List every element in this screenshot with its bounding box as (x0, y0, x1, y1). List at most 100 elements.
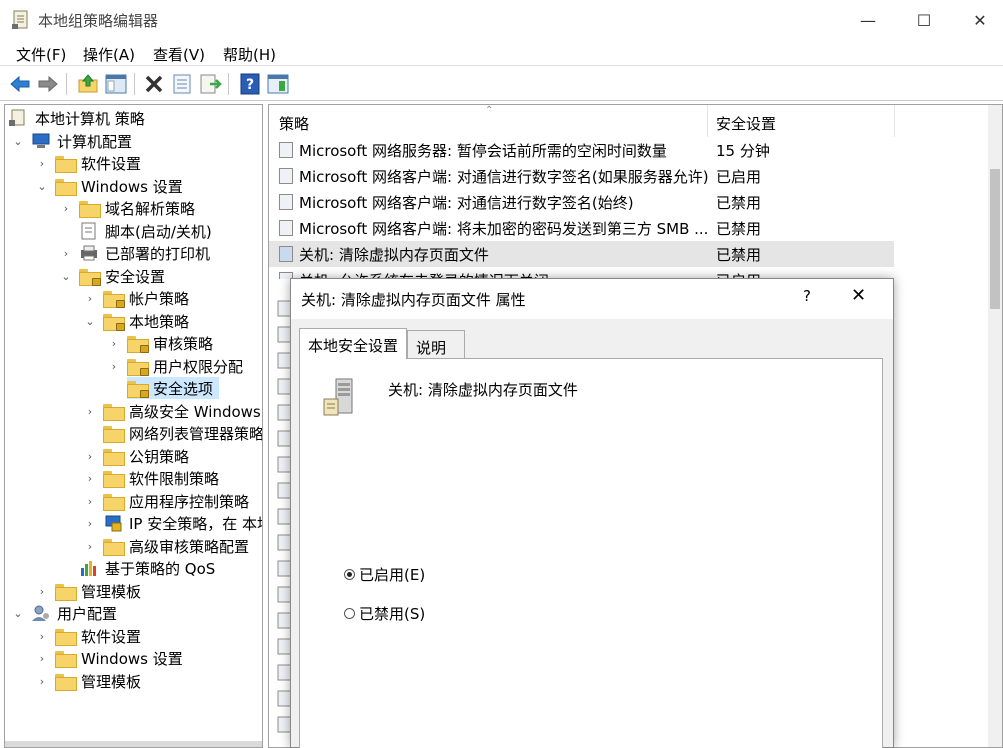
chevron-right-icon[interactable]: › (35, 585, 49, 598)
chevron-right-icon[interactable]: › (35, 157, 49, 170)
chevron-right-icon[interactable]: › (107, 360, 121, 373)
tree-label: 管理模板 (81, 672, 142, 691)
tree-item-account-policy[interactable]: › 帐户策略 (83, 287, 189, 309)
maximize-button[interactable]: ☐ (896, 0, 952, 40)
tree-item-security-settings[interactable]: ⌄ 安全设置 (59, 265, 165, 287)
show-action-pane-icon[interactable] (266, 72, 290, 96)
tree-item-audit-policy[interactable]: › 审核策略 (107, 332, 213, 354)
tree-item-user-admin-templates[interactable]: › 管理模板 (35, 670, 141, 692)
chevron-down-icon[interactable]: ⌄ (11, 135, 25, 148)
list-item[interactable]: Microsoft 网络客户端: 对通信进行数字签名(始终) 已禁用 (269, 189, 894, 215)
tree-label: 帐户策略 (129, 289, 190, 308)
help-button[interactable]: ? (803, 287, 811, 305)
chevron-right-icon[interactable]: › (83, 405, 97, 418)
radio-enabled[interactable]: 已启用(E) (344, 564, 425, 584)
chevron-right-icon[interactable]: › (35, 652, 49, 665)
list-item[interactable]: Microsoft 网络客户端: 对通信进行数字签名(如果服务器允许) 已启用 (269, 163, 894, 189)
tree-item-app-control[interactable]: › 应用程序控制策略 (83, 490, 249, 512)
scrollbar-thumb[interactable] (990, 169, 1000, 309)
tree-item-ip-security[interactable]: › IP 安全策略，在 本地 (83, 512, 262, 534)
up-folder-icon[interactable] (76, 72, 100, 96)
minimize-button[interactable]: — (840, 0, 896, 40)
list-vertical-scrollbar[interactable] (988, 105, 1002, 747)
chevron-right-icon[interactable]: › (83, 540, 97, 553)
chevron-right-icon[interactable]: › (35, 630, 49, 643)
help-icon[interactable]: ? (238, 72, 262, 96)
policy-value: 已禁用 (716, 246, 762, 264)
export-list-icon[interactable] (198, 72, 222, 96)
tree-item-computer-config[interactable]: ⌄ 计算机配置 (11, 130, 132, 152)
tree-item-software-restriction[interactable]: › 软件限制策略 (83, 467, 219, 489)
close-dialog-button[interactable]: ✕ (851, 285, 866, 306)
folder-icon (55, 583, 77, 601)
tree-item-admin-templates[interactable]: › 管理模板 (35, 580, 141, 602)
tree-item-dns-policy[interactable]: › 域名解析策略 (59, 197, 195, 219)
computer-icon (32, 133, 50, 148)
menu-view[interactable]: 查看(V) (153, 44, 205, 65)
chevron-right-icon[interactable]: › (107, 337, 121, 350)
chevron-down-icon[interactable]: ⌄ (83, 315, 97, 328)
tree-item-network-list[interactable]: 网络列表管理器策略 (103, 422, 262, 444)
chevron-right-icon[interactable]: › (83, 495, 97, 508)
menu-help[interactable]: 帮助(H) (223, 44, 276, 65)
tab-explain[interactable]: 说明 (407, 330, 465, 358)
tree-horizontal-scrollbar[interactable] (5, 741, 262, 747)
column-divider[interactable] (707, 105, 708, 137)
tree-item-scripts[interactable]: 脚本(启动/关机) (79, 220, 212, 242)
tree-label: 本地计算机 策略 (35, 109, 145, 128)
chevron-right-icon[interactable]: › (59, 247, 73, 260)
tree-label: 高级审核策略配置 (129, 537, 250, 556)
chevron-right-icon[interactable]: › (35, 675, 49, 688)
list-item[interactable]: Microsoft 网络客户端: 将未加密的密码发送到第三方 SMB ... 已… (269, 215, 894, 241)
tree-item-local-computer-policy[interactable]: 本地计算机 策略 (9, 107, 145, 129)
tree-item-security-options[interactable]: 安全选项 (127, 377, 220, 399)
tree-label: 安全选项 (153, 379, 214, 398)
menu-action[interactable]: 操作(A) (83, 44, 135, 65)
folder-icon (55, 155, 77, 173)
show-hide-tree-icon[interactable] (104, 72, 128, 96)
tree-label: 用户配置 (57, 604, 118, 623)
chevron-right-icon[interactable]: › (83, 472, 97, 485)
properties-icon[interactable] (170, 72, 194, 96)
radio-button[interactable] (344, 607, 355, 619)
folder-icon (103, 425, 125, 443)
policy-setting-icon (279, 220, 293, 236)
tree-item-windows-settings[interactable]: ⌄ Windows 设置 (35, 175, 183, 197)
close-window-button[interactable]: ✕ (952, 0, 1003, 40)
chevron-right-icon[interactable]: › (83, 450, 97, 463)
tree-item-public-key[interactable]: › 公钥策略 (83, 445, 189, 467)
tree-item-user-config[interactable]: ⌄ 用户配置 (11, 602, 117, 624)
radio-button-checked[interactable] (344, 568, 355, 580)
chevron-right-icon[interactable]: › (59, 202, 73, 215)
chevron-right-icon[interactable]: › (83, 292, 97, 305)
ip-security-icon (105, 515, 122, 532)
chevron-down-icon[interactable]: ⌄ (35, 180, 49, 193)
chevron-right-icon[interactable]: › (83, 517, 97, 530)
tree-item-qos[interactable]: 基于策略的 QoS (79, 557, 215, 579)
column-divider[interactable] (894, 105, 895, 137)
tab-local-security-setting[interactable]: 本地安全设置 (299, 328, 407, 359)
column-header-policy[interactable]: 策略 (279, 113, 309, 134)
radio-disabled[interactable]: 已禁用(S) (344, 603, 425, 623)
locked-folder-icon (79, 268, 101, 286)
tree-item-software-settings[interactable]: › 软件设置 (35, 152, 141, 174)
tree-item-user-software-settings[interactable]: › 软件设置 (35, 625, 141, 647)
tree-item-user-windows-settings[interactable]: › Windows 设置 (35, 647, 183, 669)
menu-file[interactable]: 文件(F) (16, 44, 66, 65)
delete-icon[interactable] (142, 72, 166, 96)
list-item[interactable]: Microsoft 网络服务器: 暂停会话前所需的空闲时间数量 15 分钟 (269, 137, 894, 163)
toolbar-separator (134, 73, 135, 95)
tree-item-printers[interactable]: › 已部署的打印机 (59, 242, 210, 264)
tree-item-local-policy[interactable]: ⌄ 本地策略 (83, 310, 189, 332)
column-header-setting[interactable]: 安全设置 (716, 113, 776, 134)
dialog-title-bar: 关机: 清除虚拟内存页面文件 属性 ? ✕ (291, 279, 893, 319)
tree-item-advanced-firewall[interactable]: › 高级安全 Windows (83, 400, 261, 422)
list-item-selected[interactable]: 关机: 清除虚拟内存页面文件 已禁用 (269, 241, 894, 267)
tree-label: 应用程序控制策略 (129, 492, 250, 511)
chevron-down-icon[interactable]: ⌄ (11, 607, 25, 620)
tree-item-advanced-audit[interactable]: › 高级审核策略配置 (83, 535, 249, 557)
tree-item-user-rights[interactable]: › 用户权限分配 (107, 355, 243, 377)
back-arrow-icon[interactable] (8, 72, 32, 96)
forward-arrow-icon[interactable] (36, 72, 60, 96)
chevron-down-icon[interactable]: ⌄ (59, 270, 73, 283)
